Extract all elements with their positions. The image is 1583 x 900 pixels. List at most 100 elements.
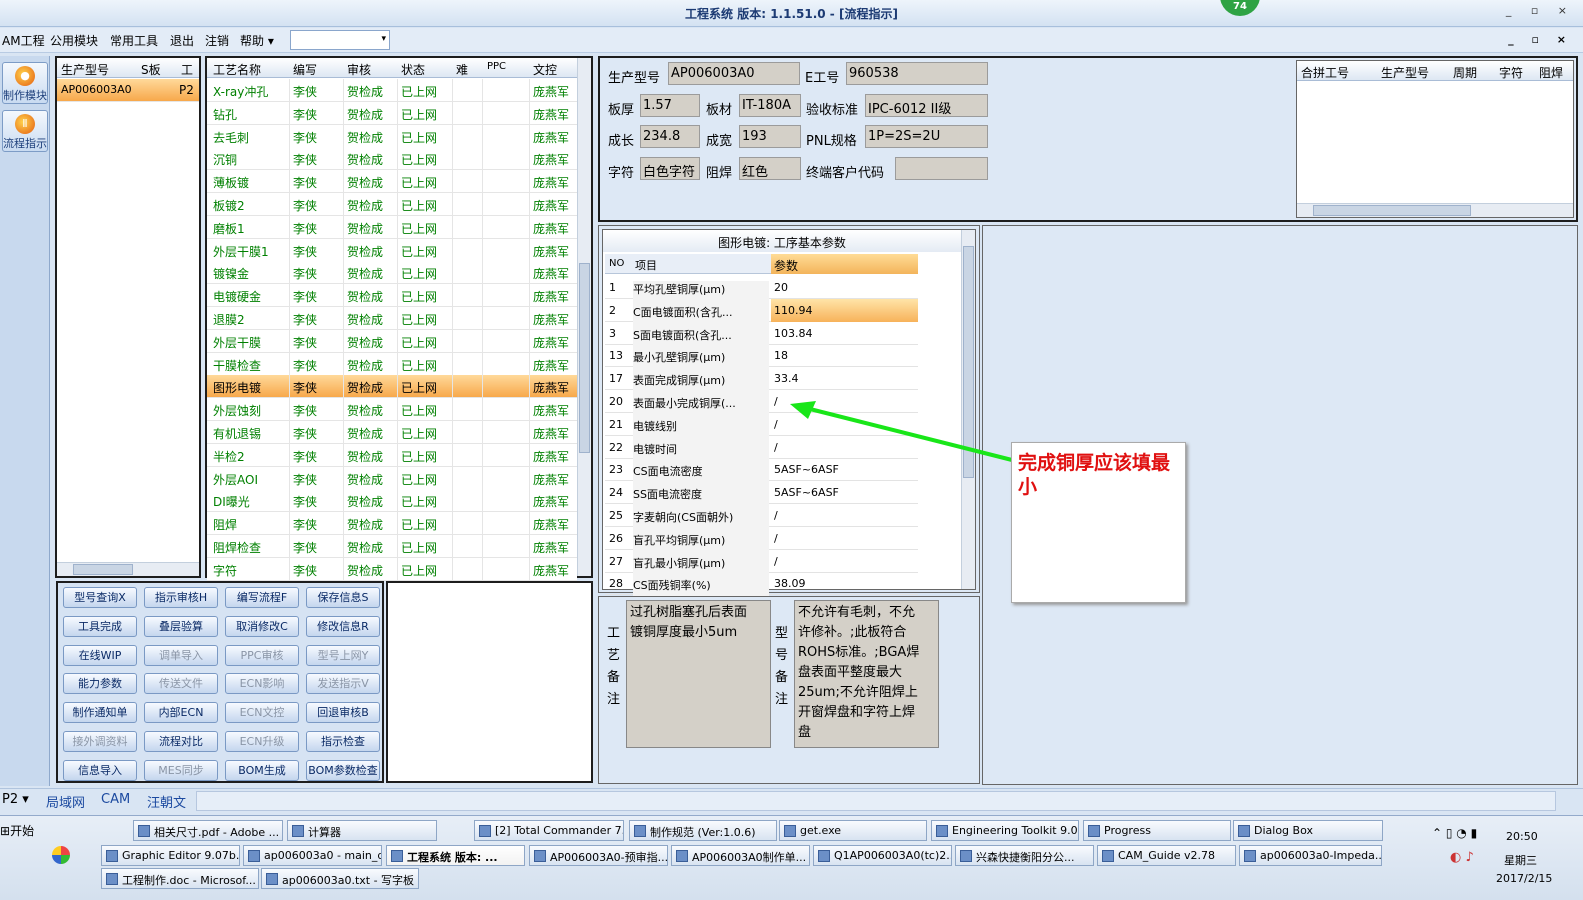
col-header[interactable]: 阻焊 [1539,64,1563,81]
horizontal-scrollbar[interactable] [1297,203,1573,217]
taskbar-button[interactable]: Dialog Box [1233,820,1383,841]
mdi-controls[interactable]: _ ▫ × [1508,33,1573,46]
action-button[interactable]: 流程对比 [144,731,218,752]
param-row[interactable]: 25 字麦朝向(CS面朝外) / [605,504,918,532]
menu-tools[interactable]: 常用工具 [110,32,158,49]
action-button[interactable]: 能力参数 [63,673,137,695]
param-row[interactable]: 28 CS面残铜率(%) 38.09 [605,572,918,601]
process-remark-text[interactable]: 过孔树脂塞孔后表面镀铜厚度最小5um [626,600,771,748]
col-header[interactable]: 参数 [771,254,918,274]
action-button[interactable]: MES同步 [144,759,218,781]
action-button[interactable]: ECN影响 [225,673,299,695]
table-row[interactable]: 去毛刺 李侠 贺检成 已上网 庞燕军 [207,124,577,148]
col-header[interactable]: 编写 [293,61,317,78]
param-value[interactable]: 38.09 [771,572,918,595]
col-header[interactable]: PPC [487,61,506,72]
table-row[interactable]: 钻孔 李侠 贺检成 已上网 庞燕军 [207,101,577,125]
taskbar-button[interactable]: 工程制作.doc - Microsof... [101,868,259,889]
table-row[interactable]: 板镀2 李侠 贺检成 已上网 庞燕军 [207,193,577,216]
param-value[interactable]: 110.94 [771,298,918,322]
quick-launch-icon[interactable] [52,846,70,864]
action-button[interactable]: 叠层验算 [144,615,218,637]
table-row[interactable]: 外层干膜1 李侠 贺检成 已上网 庞燕军 [207,238,577,262]
action-button[interactable]: 在线WIP [63,644,137,666]
table-row[interactable]: 半检2 李侠 贺检成 已上网 庞燕军 [207,443,577,467]
action-button[interactable]: PPC审核 [225,644,299,666]
volume-icon[interactable]: ◐ ♪ [1450,850,1474,865]
taskbar-button[interactable]: CAM_Guide v2.78 [1097,845,1236,866]
action-button[interactable]: 型号查询X [63,587,137,608]
action-button[interactable]: BOM参数检查 [306,759,380,781]
horizontal-scrollbar[interactable] [57,562,199,576]
param-value[interactable]: / [771,550,918,573]
col-header[interactable]: 工艺名称 [213,61,261,78]
action-button[interactable]: 传送文件 [144,673,218,695]
taskbar-button[interactable]: ap006003a0.txt - 写字板 [261,868,419,889]
field-customer[interactable] [895,157,988,180]
taskbar-button[interactable]: 相关尺寸.pdf - Adobe ... [133,820,283,841]
param-row[interactable]: 1 平均孔壁铜厚(μm) 20 [605,276,918,304]
action-button[interactable]: 修改信息R [306,615,380,637]
taskbar-button[interactable]: 工程系统 版本: ... [386,845,525,866]
table-row[interactable]: 干膜检查 李侠 贺检成 已上网 庞燕军 [207,352,577,376]
col-header[interactable]: 合拼工号 [1301,64,1349,81]
taskbar-button[interactable]: AP006003A0-预审指... [529,845,668,866]
table-row[interactable]: AP006003A0 P2 [57,79,199,102]
param-value[interactable]: / [771,527,918,550]
field-mask[interactable]: 红色 [739,157,801,180]
model-remark-text[interactable]: 不允许有毛刺，不允许修补。;此板符合ROHS标准。;BGA焊盘表面平整度最大25… [794,600,939,748]
param-row[interactable]: 17 表面完成铜厚(μm) 33.4 [605,367,918,396]
col-header[interactable]: 生产型号 [61,61,109,78]
field-length[interactable]: 234.8 [640,125,700,148]
action-button[interactable]: 指示检查 [306,731,380,752]
action-button[interactable]: 回退审核B [306,702,380,724]
field-char[interactable]: 白色字符 [640,157,700,180]
taskbar-button[interactable]: ap006003a0-Impeda... [1239,845,1382,866]
table-row[interactable]: 图形电镀 李侠 贺检成 已上网 庞燕军 [207,375,577,399]
action-button[interactable]: 工具完成 [63,615,137,637]
table-row[interactable]: 薄板镀 李侠 贺检成 已上网 庞燕军 [207,170,577,194]
action-button[interactable]: 取消修改C [225,615,299,637]
status-site[interactable]: P2 ▾ [2,792,29,807]
action-button[interactable]: 型号上网Y [306,644,380,666]
tray-icons[interactable]: ⌃ ▯ ◔ ▮ [1432,826,1477,840]
action-button[interactable]: 指示审核H [144,587,218,608]
param-value[interactable]: / [771,504,918,527]
table-row[interactable]: 外层AOI 李侠 贺检成 已上网 庞燕军 [207,466,577,490]
param-value[interactable]: 20 [771,276,918,299]
field-pnl[interactable]: 1P=2S=2U [865,125,988,148]
table-row[interactable]: 外层干膜 李侠 贺检成 已上网 庞燕军 [207,329,577,353]
vertical-scrollbar[interactable] [577,58,591,576]
col-header[interactable]: 文控 [533,61,557,78]
taskbar-button[interactable]: Q1AP006003A0(tc)2... [813,845,952,866]
param-row[interactable]: 3 S面电镀面积(含孔... 103.84 [605,322,918,350]
param-row[interactable]: 13 最小孔壁铜厚(μm) 18 [605,344,918,373]
col-header[interactable]: 审核 [347,61,371,78]
nav-flow-guide[interactable]: Ⅱ 流程指示 [2,110,48,152]
taskbar-button[interactable]: 制作规范 (Ver:1.0.6) [629,820,777,841]
action-button[interactable]: 保存信息S [306,587,380,608]
table-row[interactable]: 镀镍金 李侠 贺检成 已上网 庞燕军 [207,261,577,285]
param-value[interactable]: 18 [771,344,918,367]
action-button[interactable]: 信息导入 [63,759,137,781]
param-row[interactable]: 24 SS面电流密度 5ASF~6ASF [605,481,918,510]
field-width[interactable]: 193 [739,125,801,148]
action-button[interactable]: ECN文控 [225,702,299,724]
action-button[interactable]: 接外调资料 [63,731,137,752]
col-header[interactable]: 生产型号 [1381,64,1429,81]
menu-logout[interactable]: 注销 [205,32,229,49]
field-standard[interactable]: IPC-6012 II级 [865,94,988,117]
taskbar-button[interactable]: AP006003A0制作单... [671,845,810,866]
menu-common-module[interactable]: 公用模块 [50,32,98,49]
field-material[interactable]: IT-180A [739,94,801,117]
action-button[interactable]: 调单导入 [144,644,218,666]
table-row[interactable]: DI曝光 李侠 贺检成 已上网 庞燕军 [207,489,577,513]
table-row[interactable]: 磨板1 李侠 贺检成 已上网 庞燕军 [207,215,577,239]
param-row[interactable]: 26 盲孔平均铜厚(μm) / [605,527,918,555]
table-row[interactable]: 电镀硬金 李侠 贺检成 已上网 庞燕军 [207,284,577,308]
table-row[interactable]: 字符 李侠 贺检成 已上网 庞燕军 [207,557,577,581]
param-value[interactable]: 103.84 [771,322,918,345]
col-header[interactable]: 难 [456,61,468,78]
col-header[interactable]: S板 [141,61,161,78]
taskbar-button[interactable]: Graphic Editor 9.07b... [101,845,240,866]
